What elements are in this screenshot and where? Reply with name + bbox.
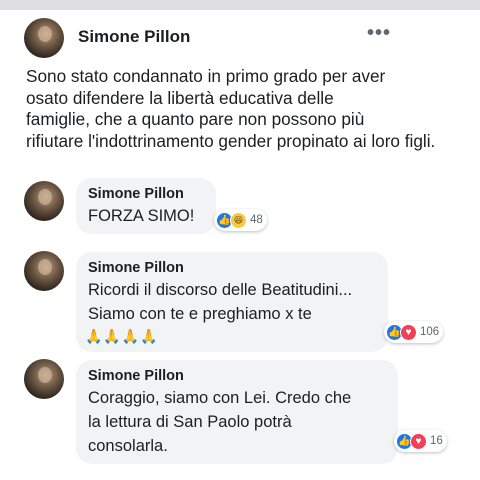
post-author-name[interactable]: Simone Pillon <box>78 27 190 47</box>
top-divider <box>0 0 480 10</box>
reaction-count: 48 <box>250 214 263 226</box>
comment-text: Ricordi il discorso delle Beatitudini...… <box>88 278 352 326</box>
comment-avatar[interactable] <box>24 251 64 291</box>
comment-author-name[interactable]: Simone Pillon <box>88 368 184 384</box>
post-text-line: rifiutare l'indottrinamento gender propi… <box>26 130 436 151</box>
heart-icon: ♥ <box>410 432 427 450</box>
comment-text-line: la lettura di San Paolo potrà <box>88 413 292 431</box>
comment-text: FORZA SIMO! <box>88 204 194 228</box>
post-text-line: Sono stato condannato in primo grado per… <box>26 66 386 86</box>
heart-icon: ♥ <box>400 323 417 341</box>
post-author-avatar[interactable] <box>24 18 64 58</box>
comment-author-name[interactable]: Simone Pillon <box>88 186 184 202</box>
laughing-face-icon: 😆 <box>230 211 247 229</box>
reaction-count: 106 <box>420 326 440 338</box>
comment-text-line: FORZA SIMO! <box>88 207 195 225</box>
post-text-line: famiglie, che a quanto pare non possono … <box>26 109 365 129</box>
post-text-line: osato difendere la libertà educativa del… <box>26 87 334 108</box>
post-text: Sono stato condannato in primo grado per… <box>26 66 476 152</box>
comment-text: Coraggio, siamo con Lei. Credo che la le… <box>88 386 351 458</box>
comment-avatar[interactable] <box>24 181 64 221</box>
comment-text-line: Siamo con te e preghiamo x te <box>88 305 312 323</box>
comment-text-line: Ricordi il discorso delle Beatitudini... <box>88 281 353 299</box>
reaction-summary[interactable]: 👍 😆 48 <box>214 209 267 231</box>
reaction-summary[interactable]: 👍 ♥ 106 <box>384 321 444 343</box>
comment-text-line: consolarla. <box>88 437 168 455</box>
more-options-icon[interactable]: ••• <box>367 22 391 45</box>
praying-hands-emoji: 🙏🙏🙏🙏 <box>85 328 159 344</box>
reaction-summary[interactable]: 👍 ♥ 16 <box>394 430 447 452</box>
reaction-count: 16 <box>430 435 443 447</box>
comment-author-name[interactable]: Simone Pillon <box>88 260 184 276</box>
comment-text-line: Coraggio, siamo con Lei. Credo che <box>88 389 352 407</box>
comment-avatar[interactable] <box>24 359 64 399</box>
